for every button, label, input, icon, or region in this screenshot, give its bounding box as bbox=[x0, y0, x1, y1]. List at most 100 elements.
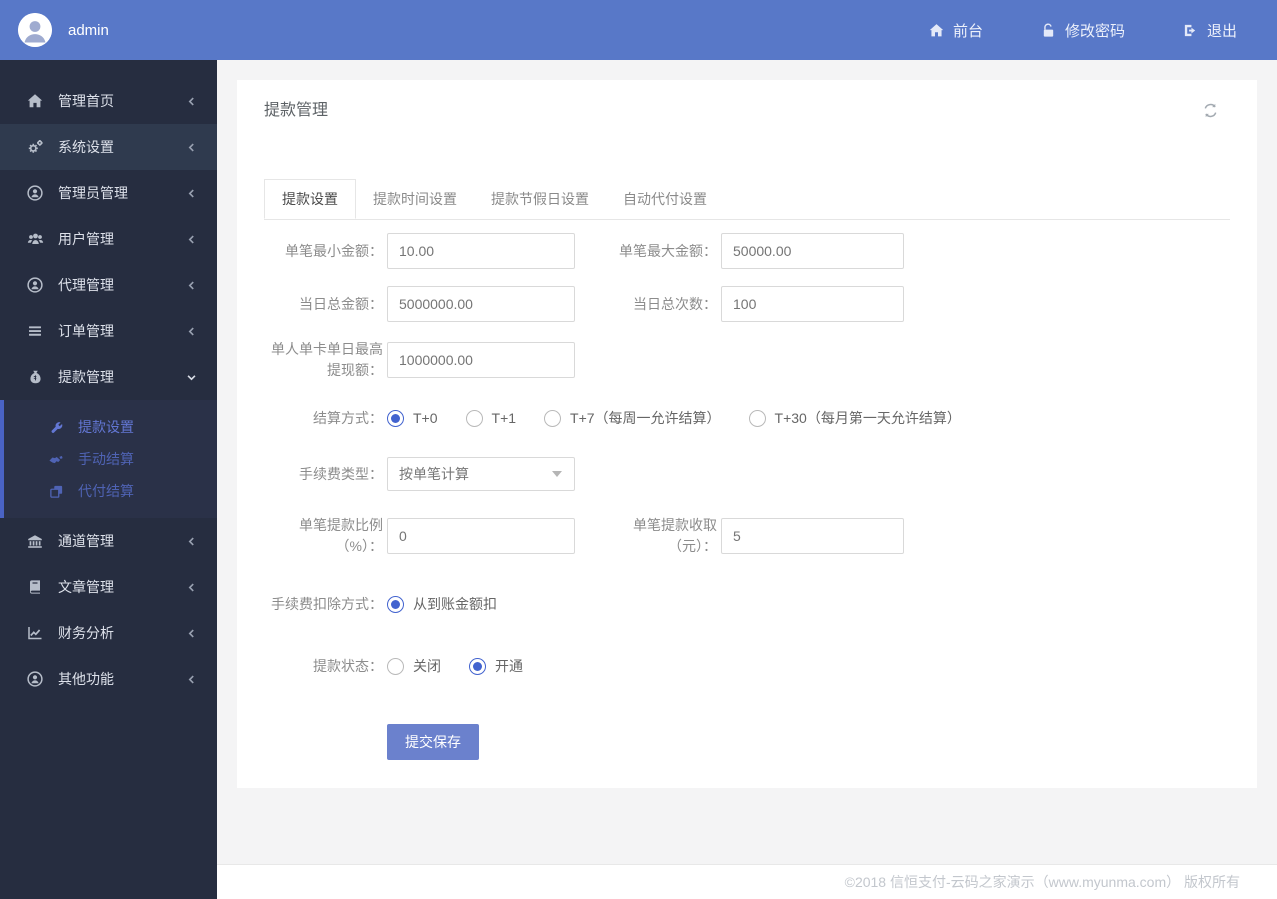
sidebar-item-withdraw-management[interactable]: 提款管理 bbox=[0, 354, 217, 400]
fee-fixed-input[interactable] bbox=[721, 518, 904, 554]
max-amount-input[interactable] bbox=[721, 233, 904, 269]
sidebar-item-finance-analysis[interactable]: 财务分析 bbox=[0, 610, 217, 656]
nav-change-password[interactable]: 修改密码 bbox=[1041, 20, 1125, 41]
withdraw-status-label: 提款状态： bbox=[313, 657, 383, 674]
wrench-icon bbox=[47, 420, 65, 435]
book-icon bbox=[26, 579, 44, 595]
top-header: admin 前台 修改密码 退出 bbox=[0, 0, 1277, 60]
radio-t1[interactable]: T+1 bbox=[465, 409, 516, 427]
tab-bar: 提款设置 提款时间设置 提款节假日设置 自动代付设置 bbox=[264, 179, 1230, 220]
copyright-text: ©2018 信恒支付-云码之家演示（www.myunma.com） 版权所有 bbox=[844, 874, 1240, 890]
nav-logout[interactable]: 退出 bbox=[1183, 20, 1237, 41]
submenu-item-label: 提款设置 bbox=[78, 419, 134, 435]
nav-change-password-label: 修改密码 bbox=[1064, 22, 1125, 40]
radio-status-closed[interactable]: 关闭 bbox=[387, 656, 441, 676]
sidebar-item-label: 系统设置 bbox=[58, 139, 114, 155]
radio-t0[interactable]: T+0 bbox=[387, 409, 438, 427]
radio-selected-icon bbox=[387, 409, 404, 427]
daily-total-label: 当日总金额： bbox=[299, 295, 383, 312]
radio-selected-icon bbox=[387, 595, 404, 613]
radio-status-open[interactable]: 开通 bbox=[469, 656, 523, 676]
sidebar-item-article-management[interactable]: 文章管理 bbox=[0, 564, 217, 610]
sidebar-item-label: 其他功能 bbox=[58, 671, 114, 687]
nav-frontend[interactable]: 前台 bbox=[929, 20, 983, 41]
sidebar-item-agent-management[interactable]: 代理管理 bbox=[0, 262, 217, 308]
submenu-item-label: 手动结算 bbox=[78, 451, 134, 467]
radio-unselected-icon bbox=[387, 657, 404, 675]
daily-total-input[interactable] bbox=[387, 286, 575, 322]
radio-deduct-from-received[interactable]: 从到账金额扣 bbox=[387, 594, 497, 614]
form-row: 单笔提款比例（%）： 单笔提款收取（元）： bbox=[264, 515, 1230, 557]
radio-label: 关闭 bbox=[413, 658, 441, 674]
sidebar-item-label: 通道管理 bbox=[58, 533, 114, 549]
chevron-left-icon bbox=[186, 234, 197, 245]
fee-type-row: 手续费类型： 按单笔计算 bbox=[264, 457, 1230, 491]
submenu-item-payout-settlement[interactable]: 代付结算 bbox=[4, 475, 217, 507]
tab-withdraw-holiday-settings[interactable]: 提款节假日设置 bbox=[474, 179, 606, 219]
chevron-left-icon bbox=[186, 96, 197, 107]
person-daily-max-input[interactable] bbox=[387, 342, 575, 378]
submenu-item-manual-settlement[interactable]: 手动结算 bbox=[4, 443, 217, 475]
fee-deduct-row: 手续费扣除方式： 从到账金额扣 bbox=[264, 583, 1230, 625]
radio-label: 开通 bbox=[495, 658, 523, 674]
submit-save-button[interactable]: 提交保存 bbox=[387, 724, 479, 760]
sidebar-item-label: 提款管理 bbox=[58, 369, 114, 385]
user-circle-icon bbox=[26, 277, 44, 293]
radio-t7[interactable]: T+7（每周一允许结算） bbox=[544, 408, 721, 428]
form-row: 单笔最小金额： 单笔最大金额： bbox=[264, 233, 1230, 269]
sidebar-item-label: 文章管理 bbox=[58, 579, 114, 595]
bank-icon bbox=[26, 533, 44, 549]
refresh-button[interactable] bbox=[1202, 102, 1219, 119]
settle-mode-label: 结算方式： bbox=[313, 409, 383, 426]
home-icon bbox=[929, 23, 944, 38]
nav-frontend-label: 前台 bbox=[952, 22, 983, 40]
chevron-left-icon bbox=[186, 582, 197, 593]
radio-label: 从到账金额扣 bbox=[413, 596, 497, 612]
tab-withdraw-settings[interactable]: 提款设置 bbox=[264, 179, 356, 219]
sidebar-item-label: 管理员管理 bbox=[58, 185, 128, 201]
radio-t30[interactable]: T+30（每月第一天允许结算） bbox=[748, 408, 961, 428]
clone-icon bbox=[47, 484, 65, 499]
sidebar-item-dashboard[interactable]: 管理首页 bbox=[0, 78, 217, 124]
min-amount-input[interactable] bbox=[387, 233, 575, 269]
users-icon bbox=[26, 231, 44, 247]
top-nav: 前台 修改密码 退出 bbox=[929, 20, 1237, 41]
chart-line-icon bbox=[26, 625, 44, 641]
withdraw-submenu: 提款设置 手动结算 代付结算 bbox=[0, 400, 217, 518]
chevron-left-icon bbox=[186, 280, 197, 291]
sidebar-item-admin-management[interactable]: 管理员管理 bbox=[0, 170, 217, 216]
list-icon bbox=[26, 323, 44, 339]
tab-auto-payout-settings[interactable]: 自动代付设置 bbox=[606, 179, 724, 219]
fee-percent-input[interactable] bbox=[387, 518, 575, 554]
user-circle-icon bbox=[26, 671, 44, 687]
sidebar-item-user-management[interactable]: 用户管理 bbox=[0, 216, 217, 262]
chevron-left-icon bbox=[186, 326, 197, 337]
user-circle-icon bbox=[26, 185, 44, 201]
nav-logout-label: 退出 bbox=[1206, 22, 1237, 40]
tab-withdraw-time-settings[interactable]: 提款时间设置 bbox=[356, 179, 474, 219]
daily-count-input[interactable] bbox=[721, 286, 904, 322]
sidebar-item-other-functions[interactable]: 其他功能 bbox=[0, 656, 217, 702]
footer: ©2018 信恒支付-云码之家演示（www.myunma.com） 版权所有 bbox=[217, 864, 1277, 899]
main-area: 提款管理 提款设置 提款时间设置 提款节假日设置 自动代付设置 单笔最小金额： bbox=[217, 60, 1277, 899]
fee-type-selected-value: 按单笔计算 bbox=[399, 466, 469, 482]
chevron-down-icon bbox=[186, 372, 197, 383]
submenu-item-label: 代付结算 bbox=[78, 483, 134, 499]
submenu-item-withdraw-settings[interactable]: 提款设置 bbox=[4, 411, 217, 443]
money-bag-icon bbox=[26, 369, 44, 385]
fee-fixed-label: 单笔提款收取（元）： bbox=[633, 517, 717, 554]
chevron-left-icon bbox=[186, 674, 197, 685]
sidebar-item-system-settings[interactable]: 系统设置 bbox=[0, 124, 217, 170]
person-daily-max-label: 单人单卡单日最高提现额： bbox=[271, 341, 383, 378]
fee-type-select[interactable]: 按单笔计算 bbox=[387, 457, 575, 491]
chevron-left-icon bbox=[186, 536, 197, 547]
settle-mode-radio-group: T+0 T+1 T+7（每周一允许结算） T+30（每月第一天允许结算） bbox=[387, 408, 961, 428]
refresh-icon bbox=[1202, 102, 1219, 119]
sidebar-item-order-management[interactable]: 订单管理 bbox=[0, 308, 217, 354]
unlock-icon bbox=[1041, 23, 1056, 38]
cogs-icon bbox=[26, 139, 44, 155]
sidebar-item-label: 用户管理 bbox=[58, 231, 114, 247]
sidebar-item-channel-management[interactable]: 通道管理 bbox=[0, 518, 217, 564]
settle-mode-row: 结算方式： T+0 T+1 T+7（每周一允许结算） T+30（每月第一天允许结… bbox=[264, 403, 1230, 433]
user-avatar[interactable] bbox=[18, 13, 52, 47]
